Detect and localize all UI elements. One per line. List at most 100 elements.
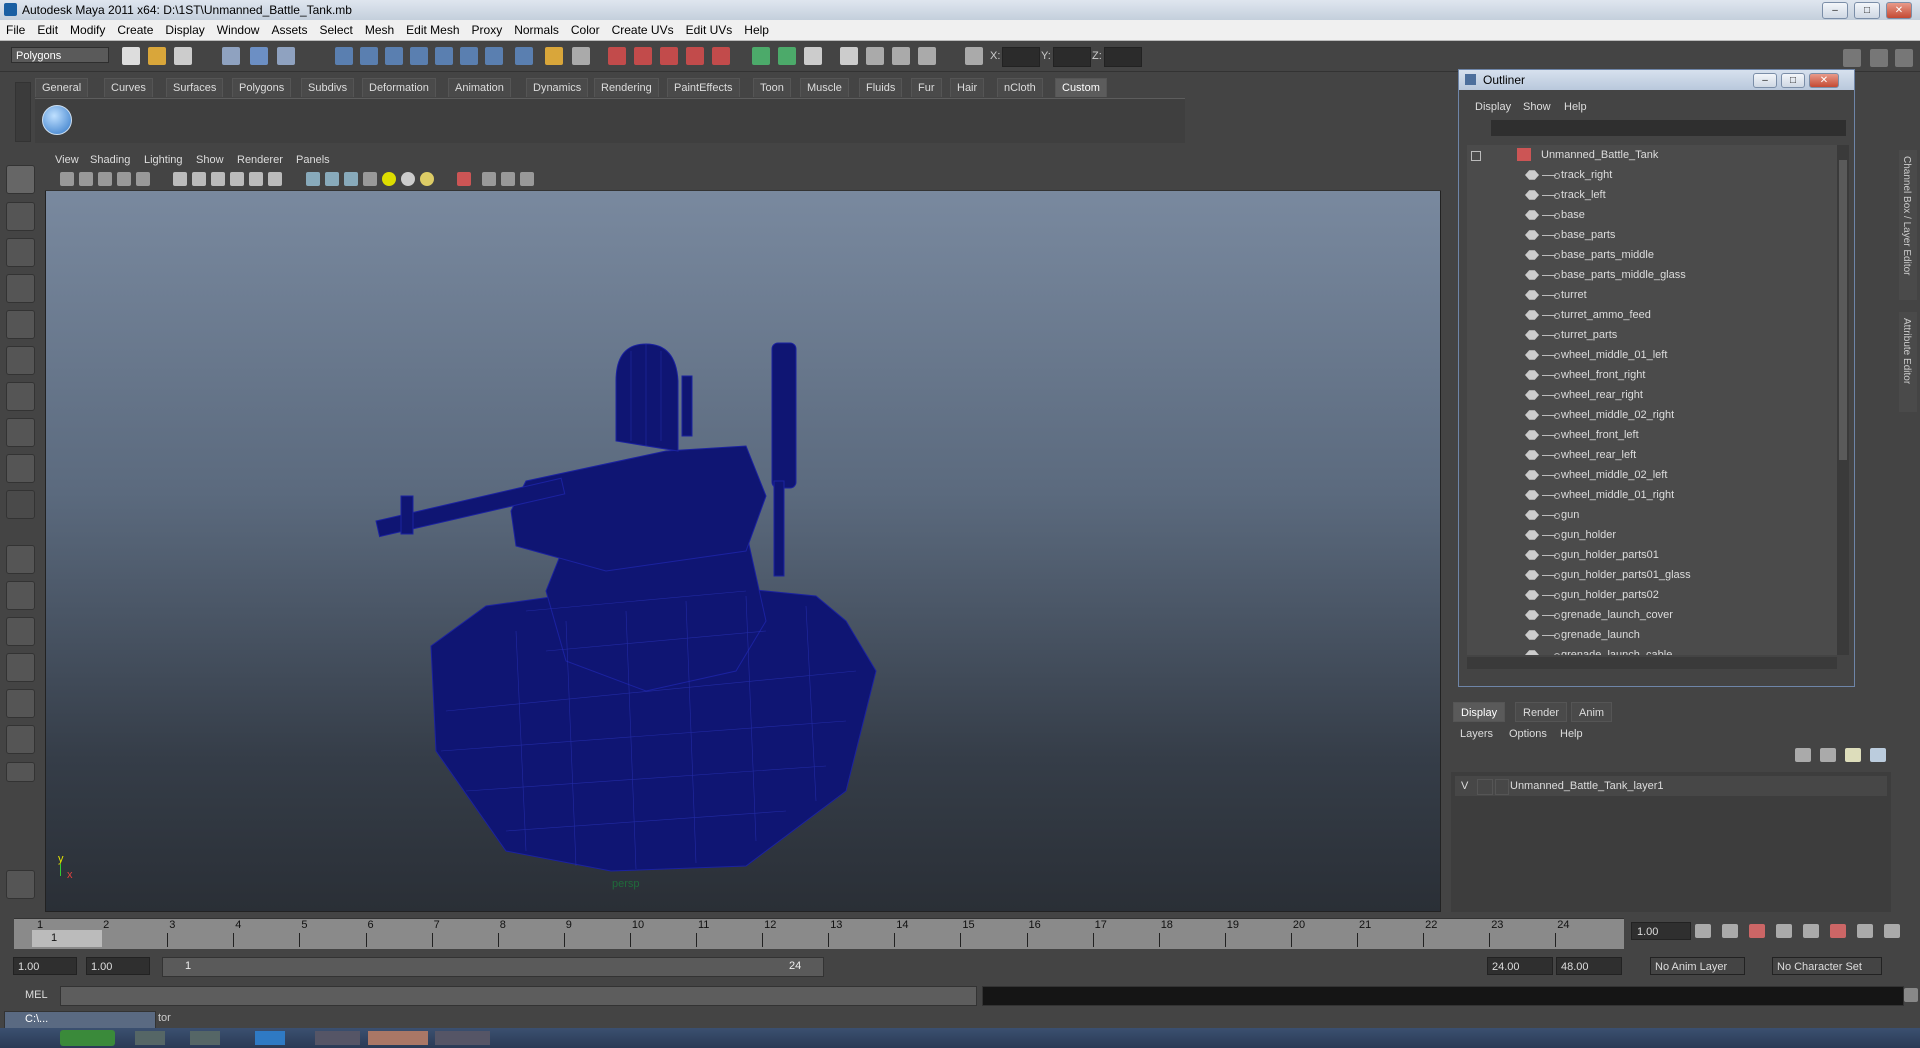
taskbar-app-1[interactable] xyxy=(135,1031,165,1045)
shelf-tab-subdivs[interactable]: Subdivs xyxy=(301,78,355,97)
shelf-tab-curves[interactable]: Curves xyxy=(104,78,153,97)
range-slider[interactable]: 1 24 xyxy=(162,957,824,977)
move-tool-icon[interactable] xyxy=(6,274,35,303)
outliner-menu-show[interactable]: Show xyxy=(1523,101,1551,113)
persp-graph-layout-icon[interactable] xyxy=(6,653,35,682)
step-forward-key-icon[interactable] xyxy=(1857,924,1873,938)
open-scene-icon[interactable] xyxy=(148,47,166,65)
rotate-tool-icon[interactable] xyxy=(6,310,35,339)
outliner-item[interactable]: wheel_middle_01_right xyxy=(1467,485,1837,505)
outliner-item[interactable]: turret xyxy=(1467,285,1837,305)
outliner-scrollbar[interactable] xyxy=(1837,145,1849,655)
outliner-item[interactable]: gun_holder_parts01 xyxy=(1467,545,1837,565)
save-scene-icon[interactable] xyxy=(174,47,192,65)
maximize-button[interactable]: □ xyxy=(1854,2,1880,19)
playback-start-field[interactable]: 1.00 xyxy=(86,957,150,975)
persp-outliner-layout-icon[interactable] xyxy=(6,617,35,646)
shelf-tab-ncloth[interactable]: nCloth xyxy=(997,78,1043,97)
layer-editor-icon[interactable] xyxy=(918,47,936,65)
layer-color-swatch[interactable] xyxy=(1495,779,1509,795)
outliner-item[interactable]: base_parts xyxy=(1467,225,1837,245)
shelf-tab-toon[interactable]: Toon xyxy=(753,78,791,97)
outliner-root-item[interactable]: Unmanned_Battle_Tank xyxy=(1467,145,1837,165)
outliner-item[interactable]: track_left xyxy=(1467,185,1837,205)
outliner-menu-help[interactable]: Help xyxy=(1564,101,1587,113)
outliner-item[interactable]: base_parts_middle xyxy=(1467,245,1837,265)
shelf-tab-dynamics[interactable]: Dynamics xyxy=(526,78,589,97)
safe-action-icon[interactable] xyxy=(249,172,263,186)
outliner-scroll-thumb[interactable] xyxy=(1839,160,1847,460)
snap-surface-icon[interactable] xyxy=(435,47,453,65)
shelf-tab-muscle[interactable]: Muscle xyxy=(800,78,849,97)
gate-mask-icon[interactable] xyxy=(211,172,225,186)
command-input[interactable] xyxy=(60,986,977,1006)
resolution-gate-icon[interactable] xyxy=(192,172,206,186)
ipr-render-icon[interactable] xyxy=(634,47,652,65)
menu-create-uvs[interactable]: Create UVs xyxy=(606,20,680,37)
transform-mode-icon[interactable] xyxy=(965,47,983,65)
checkmark-shelf-icon[interactable] xyxy=(42,105,72,135)
outliner-item[interactable]: track_right xyxy=(1467,165,1837,185)
menu-edit-mesh[interactable]: Edit Mesh xyxy=(400,20,465,37)
shelf-menu-handle[interactable] xyxy=(15,82,31,142)
new-layer-selected-icon[interactable] xyxy=(1870,748,1886,762)
outliner-hscrollbar[interactable] xyxy=(1467,657,1837,669)
layout-more-icon[interactable] xyxy=(6,762,35,782)
vp-menu-renderer[interactable]: Renderer xyxy=(237,154,283,166)
layer-visibility-toggle[interactable]: V xyxy=(1461,780,1468,792)
play-backward-icon[interactable] xyxy=(1776,924,1792,938)
menu-modify[interactable]: Modify xyxy=(64,20,111,37)
shelf-tab-polygons[interactable]: Polygons xyxy=(232,78,292,97)
layer-menu-layers[interactable]: Layers xyxy=(1460,728,1493,740)
menu-select[interactable]: Select xyxy=(313,20,358,37)
outliner-toggle-icon[interactable] xyxy=(804,47,822,65)
minimize-button[interactable]: – xyxy=(1822,2,1848,19)
step-back-frame-icon[interactable] xyxy=(1749,924,1765,938)
layer-move-up-icon[interactable] xyxy=(1795,748,1811,762)
x-field[interactable] xyxy=(1002,47,1040,67)
vp-menu-panels[interactable]: Panels xyxy=(296,154,330,166)
textured-icon[interactable] xyxy=(363,172,377,186)
default-light-icon[interactable] xyxy=(382,172,396,186)
outliner-item[interactable]: turret_parts xyxy=(1467,325,1837,345)
layout-icon[interactable] xyxy=(752,47,770,65)
menu-assets[interactable]: Assets xyxy=(265,20,313,37)
go-to-start-icon[interactable] xyxy=(1695,924,1711,938)
render-settings-icon[interactable] xyxy=(660,47,678,65)
outliner-item[interactable]: wheel_middle_01_left xyxy=(1467,345,1837,365)
start-button[interactable] xyxy=(60,1030,115,1046)
outliner-item[interactable]: wheel_rear_left xyxy=(1467,445,1837,465)
vp-menu-view[interactable]: View xyxy=(55,154,79,166)
anim-layer-dropdown[interactable]: No Anim Layer xyxy=(1650,957,1745,975)
taskbar-app-4[interactable] xyxy=(315,1031,360,1045)
menu-edit-uvs[interactable]: Edit UVs xyxy=(680,20,739,37)
shelf-tab-hair[interactable]: Hair xyxy=(950,78,985,97)
outliner-item[interactable]: grenade_launch_cable xyxy=(1467,645,1837,655)
snap-point-icon[interactable] xyxy=(385,47,403,65)
shelf-tab-surfaces[interactable]: Surfaces xyxy=(166,78,224,97)
camera-select-icon[interactable] xyxy=(60,172,74,186)
layer-type-toggle[interactable] xyxy=(1477,779,1493,795)
attribute-editor-side-tab[interactable]: Attribute Editor xyxy=(1899,312,1917,412)
field-chart-icon[interactable] xyxy=(230,172,244,186)
outliner-item[interactable]: wheel_front_right xyxy=(1467,365,1837,385)
select-tool-icon[interactable] xyxy=(6,165,35,194)
taskbar-app-2[interactable] xyxy=(190,1031,220,1045)
playback-end-field[interactable]: 24.00 xyxy=(1487,957,1553,975)
tool-settings-bottom-icon[interactable] xyxy=(6,870,35,899)
end-time-field[interactable]: 48.00 xyxy=(1556,957,1622,975)
layer-move-down-icon[interactable] xyxy=(1820,748,1836,762)
outliner-close-button[interactable]: ✕ xyxy=(1809,73,1839,88)
all-lights-icon[interactable] xyxy=(401,172,415,186)
current-frame-marker[interactable]: 1 xyxy=(32,930,102,947)
outliner-item[interactable]: turret_ammo_feed xyxy=(1467,305,1837,325)
bookmark-icon[interactable] xyxy=(98,172,112,186)
menu-create[interactable]: Create xyxy=(111,20,159,37)
vp-menu-shading[interactable]: Shading xyxy=(90,154,130,166)
shelf-tab-general[interactable]: General xyxy=(35,78,89,97)
layer-tab-render[interactable]: Render xyxy=(1515,702,1568,722)
outliner-item[interactable]: gun_holder xyxy=(1467,525,1837,545)
image-plane-icon[interactable] xyxy=(117,172,131,186)
lock-icon[interactable] xyxy=(545,47,563,65)
time-slider[interactable]: 1 2 3 4 5 6 7 8 9 10 11 12 13 14 15 16 17 18 19 20 21 22 23 24 … xyxy=(14,918,1624,949)
